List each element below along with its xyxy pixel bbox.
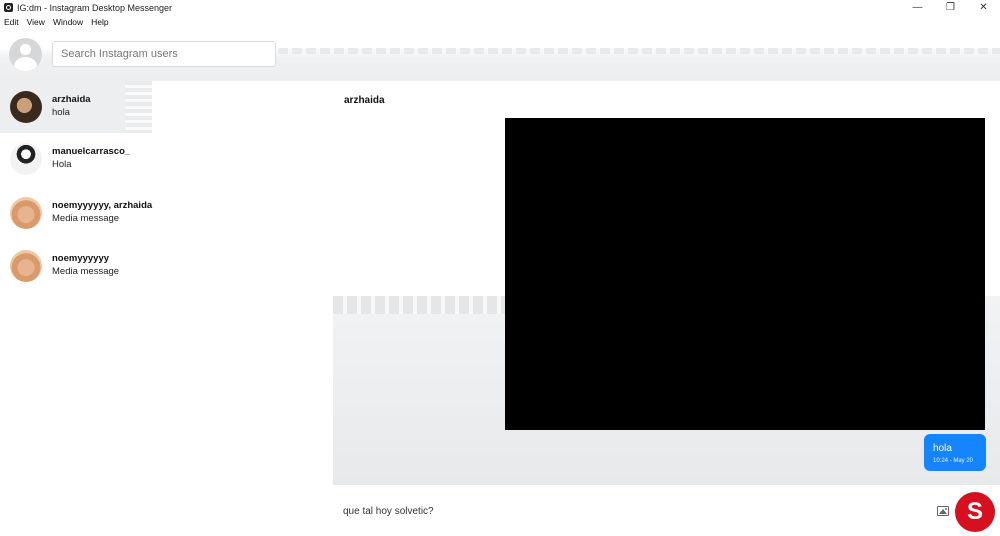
thread-name: noemyyyyyy, arzhaida [52,200,153,211]
image-icon[interactable] [937,506,949,516]
thread-name: arzhaida [52,94,91,105]
arzhaida-avatar [10,91,42,123]
title-bar: IG:dm - Instagram Desktop Messenger — ❐ … [0,0,1000,15]
menu-edit[interactable]: Edit [4,17,19,27]
avatar-head-shape [20,44,31,55]
chat-title: arzhaida [344,95,385,106]
menu-window[interactable]: Window [53,17,83,27]
close-button[interactable]: ✕ [967,0,1000,15]
search-input[interactable] [52,41,276,67]
message-text: hola [933,443,952,454]
media-message[interactable] [505,118,985,430]
message-composer [333,485,1000,536]
thread-name: manuelcarrasco_ [52,146,131,157]
minimize-button[interactable]: — [901,0,934,15]
sent-message-bubble[interactable]: hola 10:24 - May 20 [924,434,986,471]
menu-bar: Edit View Window Help [0,15,1000,28]
menu-view[interactable]: View [27,17,45,27]
restore-button[interactable]: ❐ [934,0,967,15]
thread-last-message: hola [52,107,70,118]
message-timestamp: 10:24 - May 20 [933,458,974,464]
header-bar [0,28,1000,81]
thread-item-noemyyyyyy[interactable]: noemyyyyyy Media message [0,240,333,292]
thread-list: arzhaida hola manuelcarrasco_ Hola noemy… [0,81,333,536]
window-title: IG:dm - Instagram Desktop Messenger [17,2,173,13]
message-input[interactable] [343,503,923,519]
thread-last-message: Hola [52,159,72,170]
watermark-letter: S [966,498,983,525]
user-avatar[interactable] [9,38,42,71]
thread-last-message: Media message [52,213,120,224]
watermark-logo: S [955,492,995,532]
menu-help[interactable]: Help [91,17,108,27]
thread-item-manuelcarrasco[interactable]: manuelcarrasco_ Hola [0,133,333,185]
noemyyyyyy-avatar [10,250,42,282]
avatar-body-shape [14,57,37,71]
manuelcarrasco-avatar [10,143,42,175]
thread-item-noemyyyyyy-arzhaida[interactable]: noemyyyyyy, arzhaida Media message [0,187,333,239]
thread-last-message: Media message [52,266,120,277]
window-controls: — ❐ ✕ [901,0,1000,15]
app-icon [4,3,13,12]
thread-item-arzhaida[interactable]: arzhaida hola [0,81,152,133]
thread-name: noemyyyyyy [52,253,110,264]
chat-panel: arzhaida hola 10:24 - May 20 [333,81,1000,485]
noemyyyyyy-avatar [10,197,42,229]
